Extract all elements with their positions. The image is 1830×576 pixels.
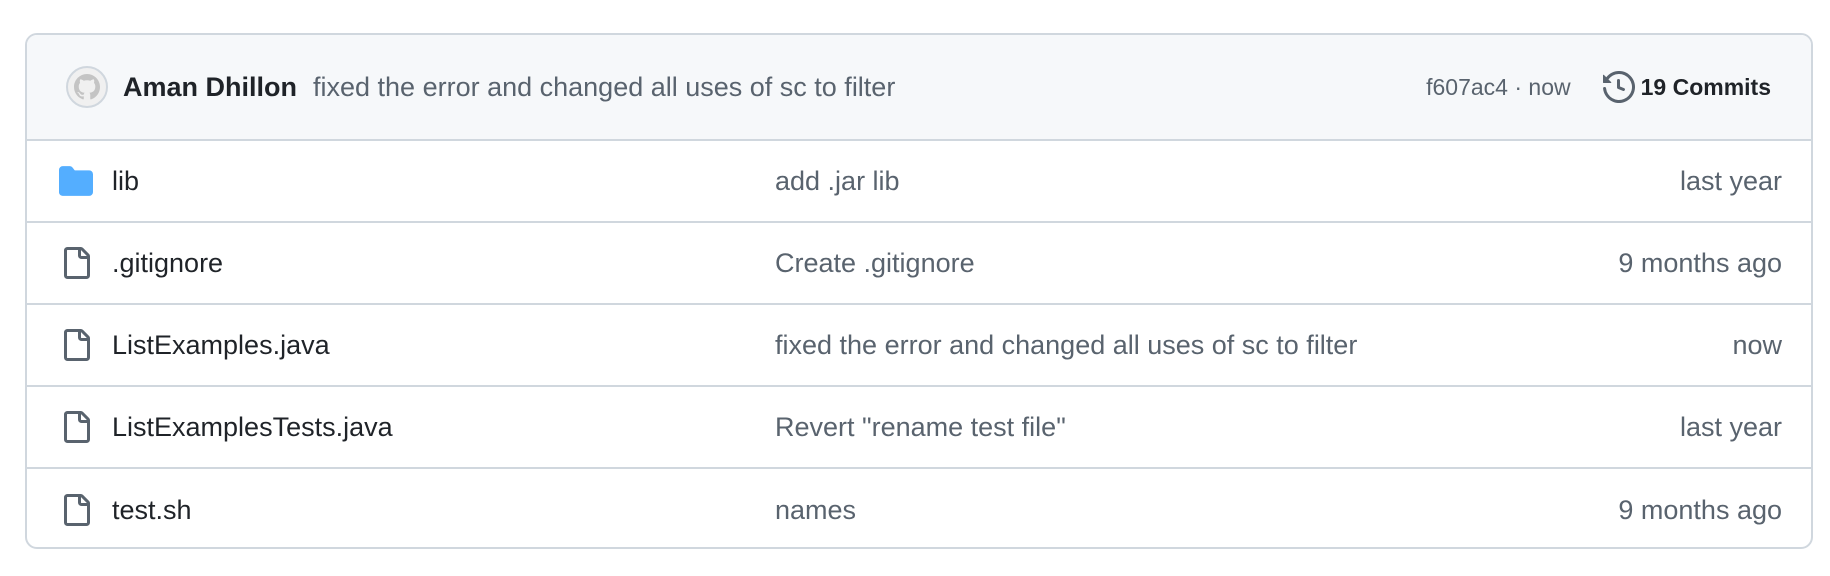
commit-author-link[interactable]: Aman Dhillon (123, 72, 297, 103)
commits-count-label: 19 Commits (1640, 73, 1771, 100)
file-icon (59, 493, 93, 527)
file-name-link[interactable]: .gitignore (112, 248, 223, 279)
file-icon (59, 410, 93, 444)
latest-commit-header: Aman Dhillon fixed the error and changed… (27, 35, 1811, 141)
file-commit-time: 9 months ago (1618, 494, 1782, 525)
history-icon (1602, 71, 1635, 103)
commit-sha-link[interactable]: f607ac4 (1426, 74, 1508, 101)
author-avatar[interactable] (66, 66, 108, 108)
file-row[interactable]: .gitignore Create .gitignore 9 months ag… (27, 223, 1811, 305)
file-name-link[interactable]: lib (112, 166, 139, 197)
commit-time: now (1528, 73, 1571, 100)
file-commit-message[interactable]: add .jar lib (775, 166, 900, 197)
file-commit-time: 9 months ago (1618, 247, 1782, 278)
file-commit-time: last year (1679, 411, 1782, 442)
file-commit-message[interactable]: fixed the error and changed all uses of … (775, 330, 1357, 361)
file-name-link[interactable]: test.sh (112, 495, 192, 526)
file-row[interactable]: ListExamples.java fixed the error and ch… (27, 305, 1811, 387)
latest-commit-message[interactable]: fixed the error and changed all uses of … (313, 72, 895, 103)
commits-history-link[interactable]: 19 Commits (1602, 71, 1771, 103)
file-row[interactable]: lib add .jar lib last year (27, 141, 1811, 223)
file-commit-message[interactable]: Create .gitignore (775, 248, 975, 279)
github-octocat-icon (74, 74, 100, 100)
file-name-link[interactable]: ListExamplesTests.java (112, 412, 393, 443)
file-list-box: Aman Dhillon fixed the error and changed… (25, 33, 1813, 549)
file-commit-time: last year (1679, 165, 1782, 196)
file-commit-time: now (1732, 329, 1782, 360)
commit-separator: · (1514, 73, 1523, 100)
file-commit-message[interactable]: Revert "rename test file" (775, 412, 1066, 443)
file-icon (59, 328, 93, 362)
file-row[interactable]: ListExamplesTests.java Revert "rename te… (27, 387, 1811, 469)
file-name-link[interactable]: ListExamples.java (112, 330, 330, 361)
file-row[interactable]: test.sh names 9 months ago (27, 469, 1811, 547)
folder-icon (59, 164, 93, 198)
file-icon (59, 246, 93, 280)
file-commit-message[interactable]: names (775, 495, 856, 526)
